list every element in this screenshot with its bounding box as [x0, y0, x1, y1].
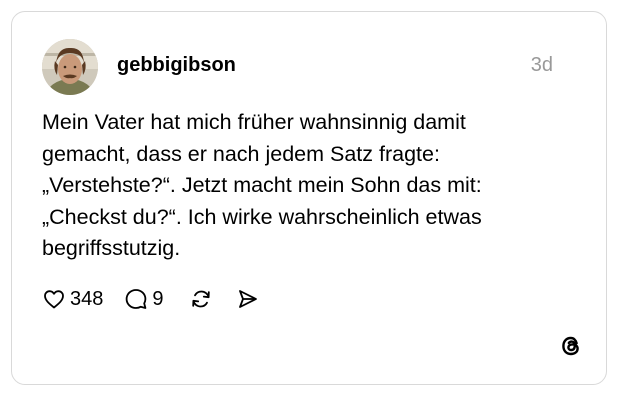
post-text-line: gemacht, dass er nach jedem Satz fragte:: [42, 141, 440, 166]
like-count: 348: [70, 288, 104, 310]
post-body: Mein Vater hat mich früher wahnsinnig da…: [42, 107, 582, 265]
post-card: gebbigibson 3d Mein Vater hat mich frühe…: [11, 11, 607, 385]
post-actions: 348 9: [42, 285, 259, 313]
post-text-line: begriffsstutzig.: [42, 236, 181, 260]
speech-bubble-icon: [124, 287, 148, 311]
repost-icon: [189, 287, 213, 311]
post-text-line: „Verstehste?“. Jetzt macht mein Sohn das…: [42, 173, 482, 197]
post-text-line: Mein Vater hat mich früher wahnsinnig da…: [42, 110, 466, 134]
repost-button[interactable]: [189, 287, 213, 311]
heart-icon: [42, 287, 66, 311]
share-button[interactable]: [235, 287, 259, 311]
reply-button[interactable]: 9: [124, 287, 164, 311]
threads-logo-icon: [559, 334, 583, 358]
avatar[interactable]: [42, 39, 98, 95]
reply-count: 9: [152, 288, 164, 310]
post-timestamp: 3d: [530, 54, 553, 76]
username-link[interactable]: gebbigibson: [117, 53, 236, 77]
avatar-photo: [42, 39, 98, 95]
post-text-line: „Checkst du?“. Ich wirke wahrscheinlich …: [42, 204, 482, 229]
send-icon: [235, 287, 259, 311]
like-button[interactable]: 348: [42, 287, 103, 311]
